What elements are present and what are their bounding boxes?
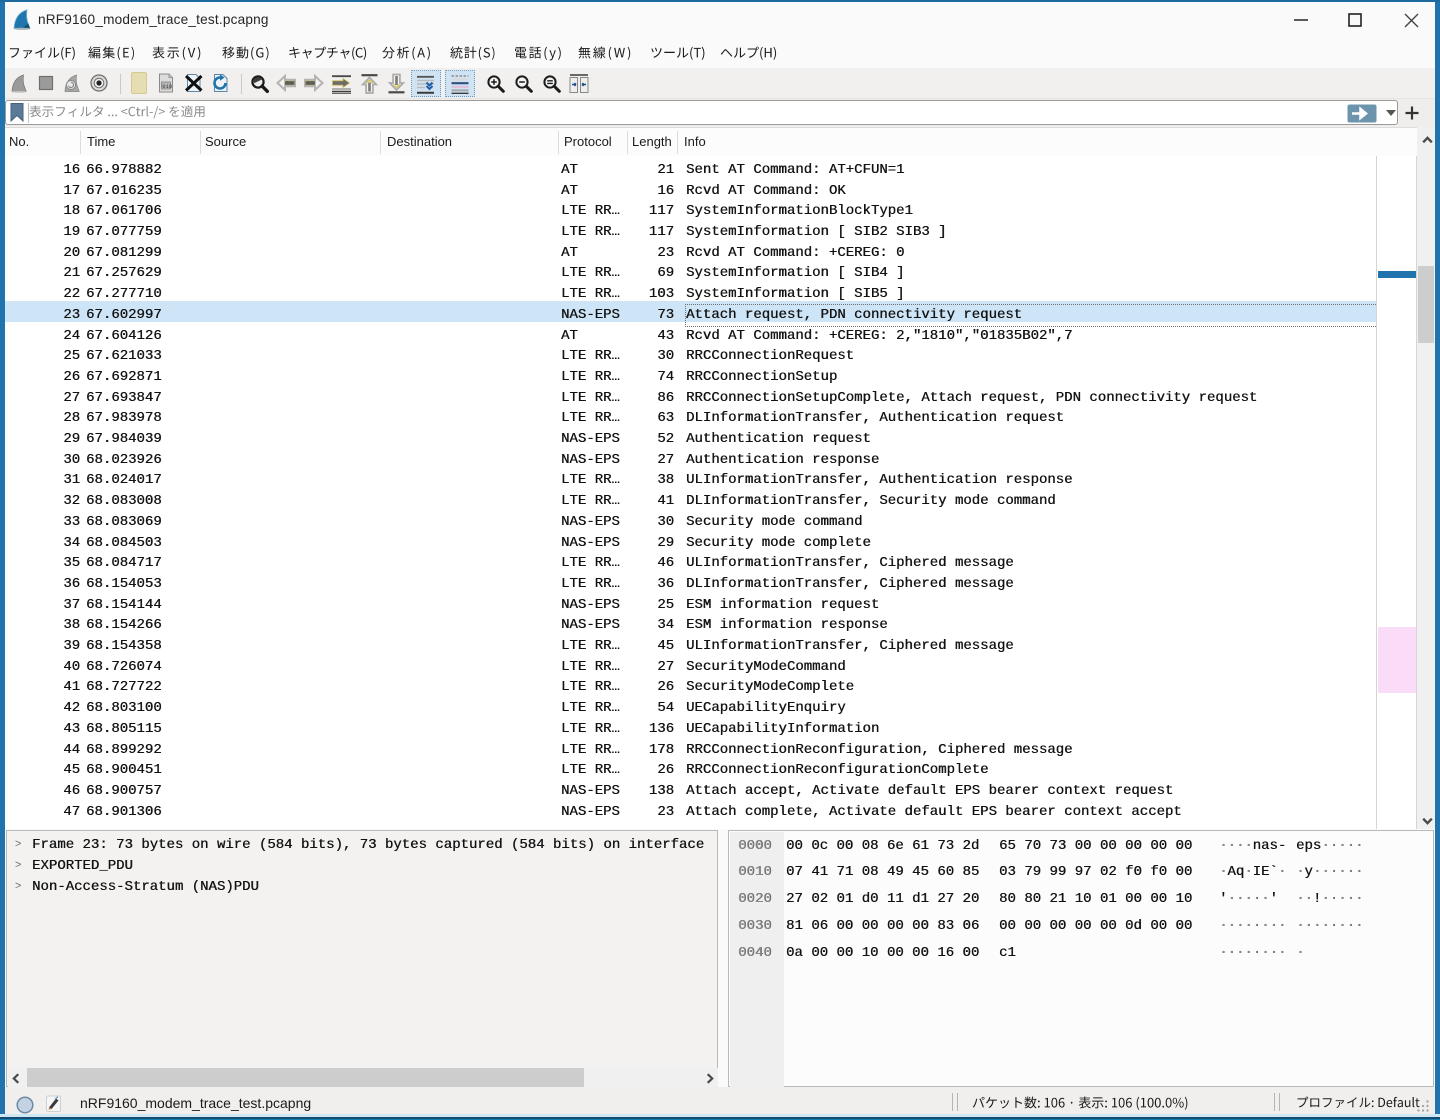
svg-text:010: 010 xyxy=(162,83,172,90)
